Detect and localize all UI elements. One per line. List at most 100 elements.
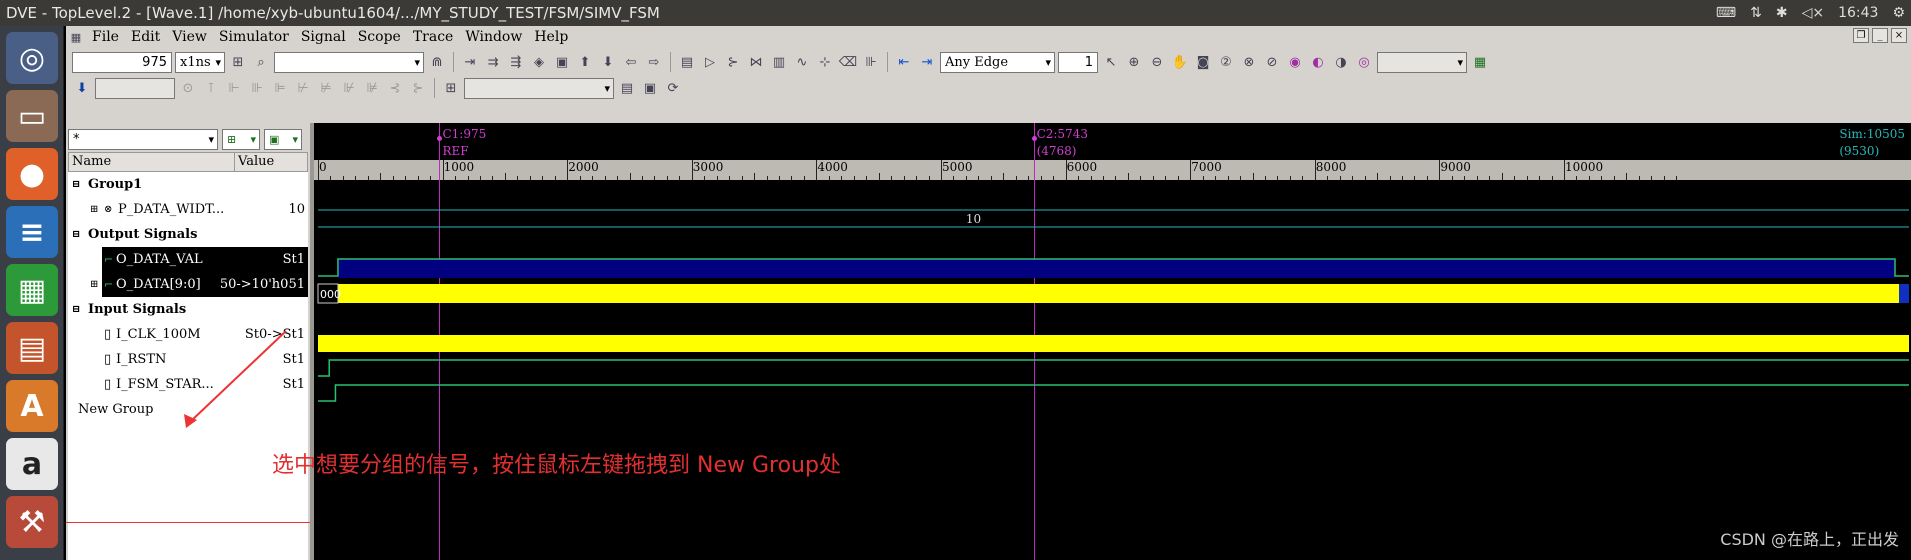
force-icon[interactable]: ⊙ xyxy=(178,78,198,98)
collapse-icon[interactable]: ⊟ xyxy=(72,297,80,322)
wave-icon[interactable]: ∿ xyxy=(792,52,812,72)
group-row-input-signals[interactable]: ⊟ Input Signals xyxy=(68,297,308,322)
menu-file[interactable]: File xyxy=(86,29,125,45)
signal-row-o-data[interactable]: ⊞ ⌐ O_DATA[9:0] 50->10'h051 xyxy=(68,272,308,297)
find-next-icon[interactable]: ⋒ xyxy=(427,52,447,72)
waveform-canvas[interactable]: 10 000 xyxy=(314,123,1911,560)
restart-icon[interactable]: ⟳ xyxy=(663,78,683,98)
marker-icon[interactable]: ◉ xyxy=(1285,52,1305,72)
command-combo[interactable] xyxy=(464,77,614,99)
goto-time-icon[interactable]: ⊞ xyxy=(228,52,248,72)
system-settings-icon[interactable]: ⚒ xyxy=(6,496,58,548)
down-icon[interactable]: ⬇ xyxy=(598,52,618,72)
marker-select[interactable] xyxy=(1377,51,1467,73)
sim-e-icon[interactable]: ⊮ xyxy=(339,78,359,98)
menu-signal[interactable]: Signal xyxy=(295,29,352,45)
collapse-icon[interactable]: ⊟ xyxy=(72,222,80,247)
zoom-cursor-icon[interactable]: ⊗ xyxy=(1239,52,1259,72)
sim-a-icon[interactable]: ⊪ xyxy=(247,78,267,98)
bluetooth-icon[interactable]: ✱ xyxy=(1776,0,1788,26)
value-column-header[interactable]: Value xyxy=(235,153,274,171)
stop-icon[interactable]: ◈ xyxy=(529,52,549,72)
time-unit-select[interactable]: x1ns xyxy=(175,51,225,73)
clock[interactable]: 16:43 xyxy=(1838,0,1878,26)
back-icon[interactable]: ⇦ xyxy=(621,52,641,72)
value-input[interactable] xyxy=(95,77,175,99)
expand-icon[interactable]: ⊞ xyxy=(90,272,98,297)
time-input[interactable]: 975 xyxy=(72,51,172,73)
signal-row-i-clk-100m[interactable]: ▯ I_CLK_100M St0->St1 xyxy=(68,322,308,347)
keyboard-icon[interactable]: ⌨ xyxy=(1716,0,1736,26)
writer-icon[interactable]: ≡ xyxy=(6,206,58,258)
minimize-button[interactable]: _ xyxy=(1872,28,1888,43)
hierarchy-icon[interactable]: ▤ xyxy=(677,52,697,72)
sim-h-icon[interactable]: ⊱ xyxy=(408,78,428,98)
sim-g-icon[interactable]: ⊰ xyxy=(385,78,405,98)
edge-mode-select[interactable]: Any Edge xyxy=(940,51,1055,73)
zoom-out-icon[interactable]: ⊖ xyxy=(1147,52,1167,72)
schematic-icon[interactable]: ⊱ xyxy=(723,52,743,72)
cursor-goto-icon[interactable]: ◎ xyxy=(1354,52,1374,72)
cursor-prev-icon[interactable]: ◐ xyxy=(1308,52,1328,72)
sim-d-icon[interactable]: ⊭ xyxy=(316,78,336,98)
collapse-icon[interactable]: ⊟ xyxy=(72,172,80,197)
firefox-icon[interactable]: ● xyxy=(6,148,58,200)
impress-icon[interactable]: ▤ xyxy=(6,322,58,374)
run-icon[interactable]: ⇶ xyxy=(506,52,526,72)
zoom-fit-icon[interactable]: ◙ xyxy=(1193,52,1213,72)
sim-c-icon[interactable]: ⊬ xyxy=(293,78,313,98)
pointer-icon[interactable]: ↖ xyxy=(1101,52,1121,72)
compile-icon[interactable]: ▤ xyxy=(617,78,637,98)
pan-icon[interactable]: ✋ xyxy=(1170,52,1190,72)
signal-row-p-data-width[interactable]: ⊞ ⊗ P_DATA_WIDT... 10 xyxy=(68,197,308,222)
signal-row-i-rstn[interactable]: ▯ I_RSTN St1 xyxy=(68,347,308,372)
software-center-icon[interactable]: A xyxy=(6,380,58,432)
menu-scope[interactable]: Scope xyxy=(352,29,407,45)
memory-icon[interactable]: ⊪ xyxy=(861,52,881,72)
erase-icon[interactable]: ⌫ xyxy=(838,52,858,72)
signal-dir-filter[interactable]: ▣ xyxy=(264,129,302,150)
next-edge-icon[interactable]: ⇥ xyxy=(917,52,937,72)
command-icon[interactable]: ⊞ xyxy=(441,78,461,98)
menu-edit[interactable]: Edit xyxy=(125,29,166,45)
menu-help[interactable]: Help xyxy=(528,29,574,45)
menu-window[interactable]: Window xyxy=(459,29,528,45)
path-icon[interactable]: ⋈ xyxy=(746,52,766,72)
sim-f-icon[interactable]: ⊯ xyxy=(362,78,382,98)
cursor-next-icon[interactable]: ◑ xyxy=(1331,52,1351,72)
volume-icon[interactable]: ◁× xyxy=(1802,0,1825,26)
name-column-header[interactable]: Name xyxy=(69,153,235,171)
prev-edge-icon[interactable]: ⇤ xyxy=(894,52,914,72)
menu-view[interactable]: View xyxy=(166,29,213,45)
close-button[interactable]: × xyxy=(1891,28,1907,43)
menu-trace[interactable]: Trace xyxy=(407,29,460,45)
step-icon[interactable]: ⇥ xyxy=(460,52,480,72)
find-combo[interactable] xyxy=(274,51,424,73)
forward-icon[interactable]: ⇨ xyxy=(644,52,664,72)
up-icon[interactable]: ⬆ xyxy=(575,52,595,72)
settings-gear-icon[interactable]: ⚙ xyxy=(1892,0,1905,26)
next-icon[interactable]: ⇉ xyxy=(483,52,503,72)
down-arrow-icon[interactable]: ⬇ xyxy=(72,78,92,98)
sim-b-icon[interactable]: ⊫ xyxy=(270,78,290,98)
group-row-output-signals[interactable]: ⊟ Output Signals xyxy=(68,222,308,247)
find-icon[interactable]: ⌕ xyxy=(251,52,271,72)
amazon-icon[interactable]: a xyxy=(6,438,58,490)
signal-type-filter[interactable]: ⊞ xyxy=(222,129,260,150)
menu-simulator[interactable]: Simulator xyxy=(213,29,295,45)
signal-row-i-fsm-start[interactable]: ▯ I_FSM_STAR... St1 xyxy=(68,372,308,397)
new-group-row[interactable]: New Group xyxy=(68,397,308,422)
grid-icon[interactable]: ▦ xyxy=(1470,52,1490,72)
deposit-icon[interactable]: ⊩ xyxy=(224,78,244,98)
trace-icon[interactable]: ⊹ xyxy=(815,52,835,72)
rebuild-icon[interactable]: ▣ xyxy=(640,78,660,98)
restore-button[interactable]: ❐ xyxy=(1853,28,1869,43)
zoom-in-icon[interactable]: ⊕ xyxy=(1124,52,1144,72)
signal-row-o-data-val[interactable]: ⌐ O_DATA_VAL St1 xyxy=(68,247,308,272)
save-icon[interactable]: ▣ xyxy=(552,52,572,72)
ubuntu-dash-icon[interactable]: ◎ xyxy=(6,32,58,84)
edge-count-input[interactable]: 1 xyxy=(1058,51,1098,73)
zoom-area-icon[interactable]: ⊘ xyxy=(1262,52,1282,72)
signal-filter-input[interactable]: * xyxy=(68,129,218,150)
group-row-group1[interactable]: ⊟ Group1 xyxy=(68,172,308,197)
